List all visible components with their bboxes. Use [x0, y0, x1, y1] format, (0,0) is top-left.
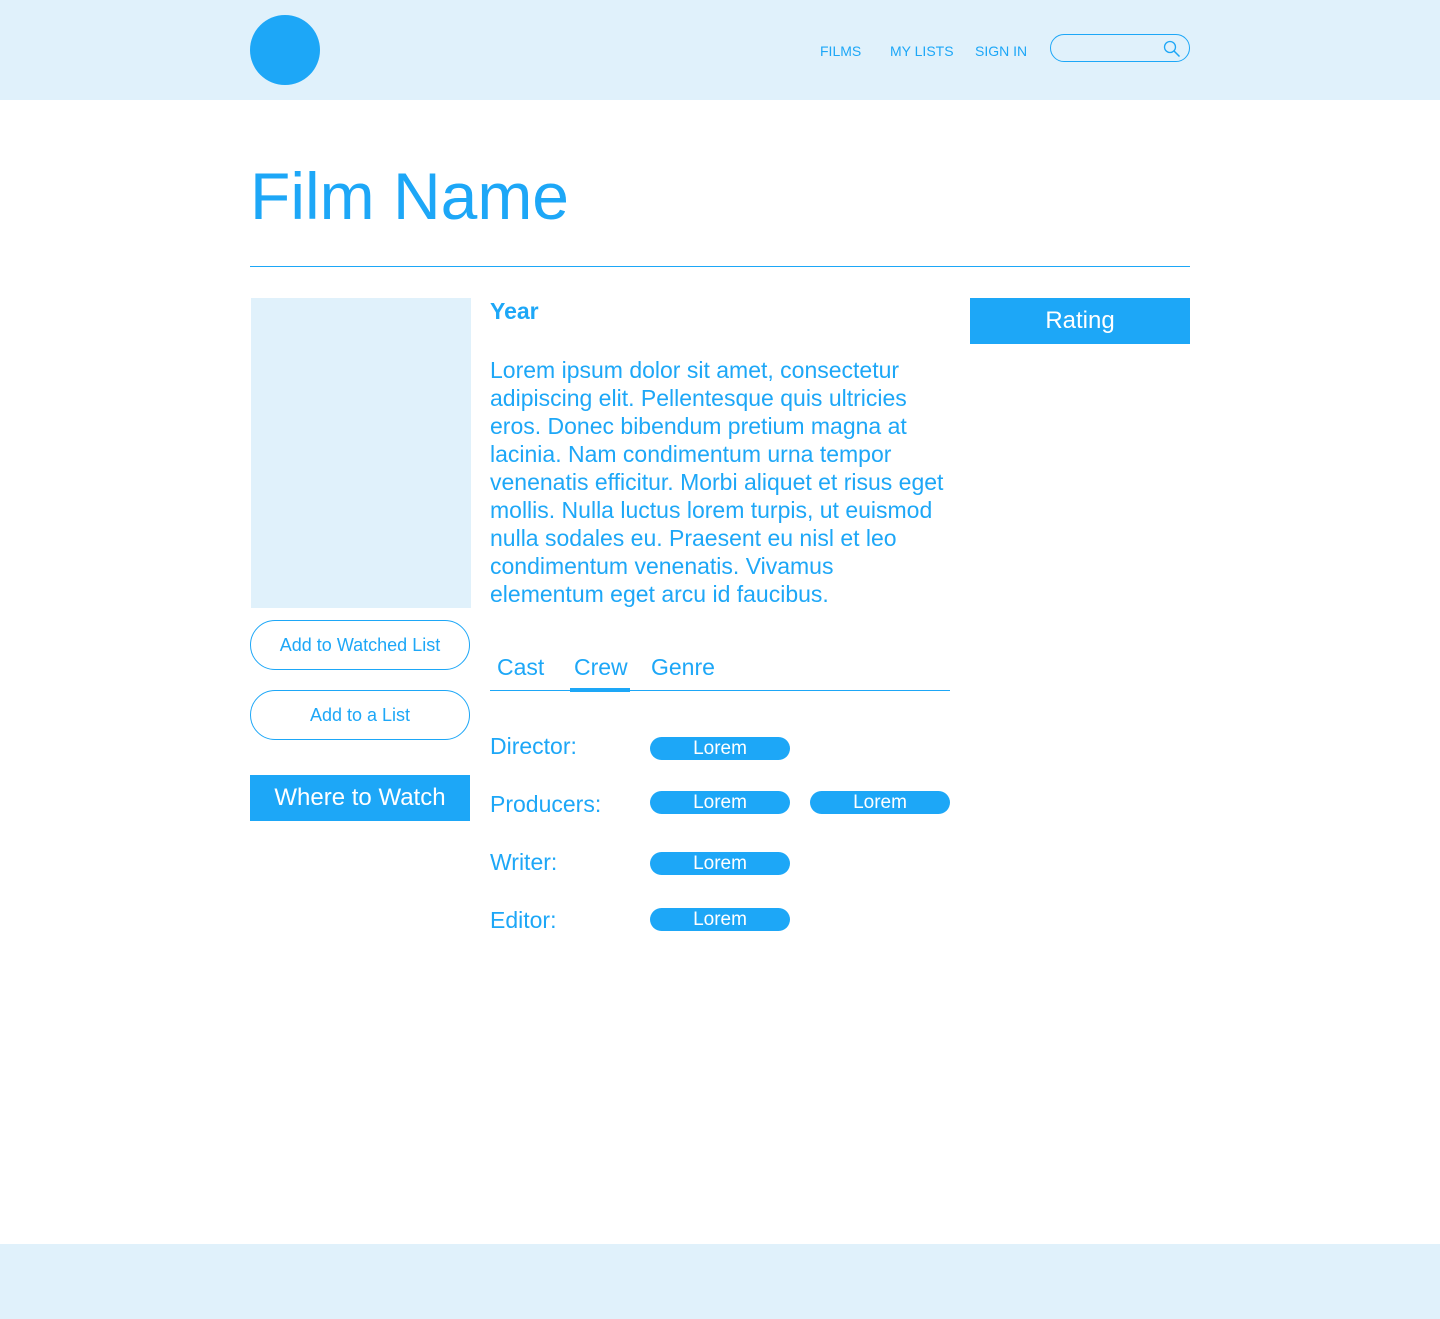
search-input[interactable] [1061, 35, 1166, 61]
crew-role-producers: Producers: [490, 791, 602, 817]
tab-bar-divider [490, 690, 950, 691]
search-icon[interactable] [1163, 40, 1181, 58]
page-title: Film Name [250, 159, 570, 233]
poster-image [251, 298, 471, 608]
add-to-watched-list-button[interactable]: Add to Watched List [250, 620, 470, 670]
header: FILMS MY LISTS SIGN IN [0, 0, 1440, 100]
search-box [1050, 34, 1190, 62]
logo[interactable] [250, 15, 320, 85]
crew-name-pill[interactable]: Lorem [650, 852, 790, 875]
divider [250, 266, 1190, 267]
film-synopsis: Lorem ipsum dolor sit amet, consectetur … [490, 357, 944, 607]
crew-role-director: Director: [490, 733, 577, 759]
tab-genre[interactable]: Genre [651, 654, 715, 681]
crew-name-pill[interactable]: Lorem [650, 791, 790, 814]
nav-my-lists[interactable]: MY LISTS [890, 43, 954, 59]
tab-crew[interactable]: Crew [574, 654, 628, 681]
where-to-watch-button[interactable]: Where to Watch [250, 775, 470, 821]
active-tab-indicator [570, 688, 630, 692]
nav-sign-in[interactable]: SIGN IN [975, 43, 1027, 59]
crew-role-writer: Writer: [490, 849, 558, 875]
film-year: Year [490, 298, 539, 324]
nav-films[interactable]: FILMS [820, 43, 861, 59]
rating-button[interactable]: Rating [970, 298, 1190, 344]
crew-name-pill[interactable]: Lorem [810, 791, 950, 814]
crew-role-editor: Editor: [490, 907, 557, 933]
add-to-list-button[interactable]: Add to a List [250, 690, 470, 740]
tab-cast[interactable]: Cast [497, 654, 544, 681]
crew-name-pill[interactable]: Lorem [650, 908, 790, 931]
footer [0, 1244, 1440, 1319]
crew-name-pill[interactable]: Lorem [650, 737, 790, 760]
